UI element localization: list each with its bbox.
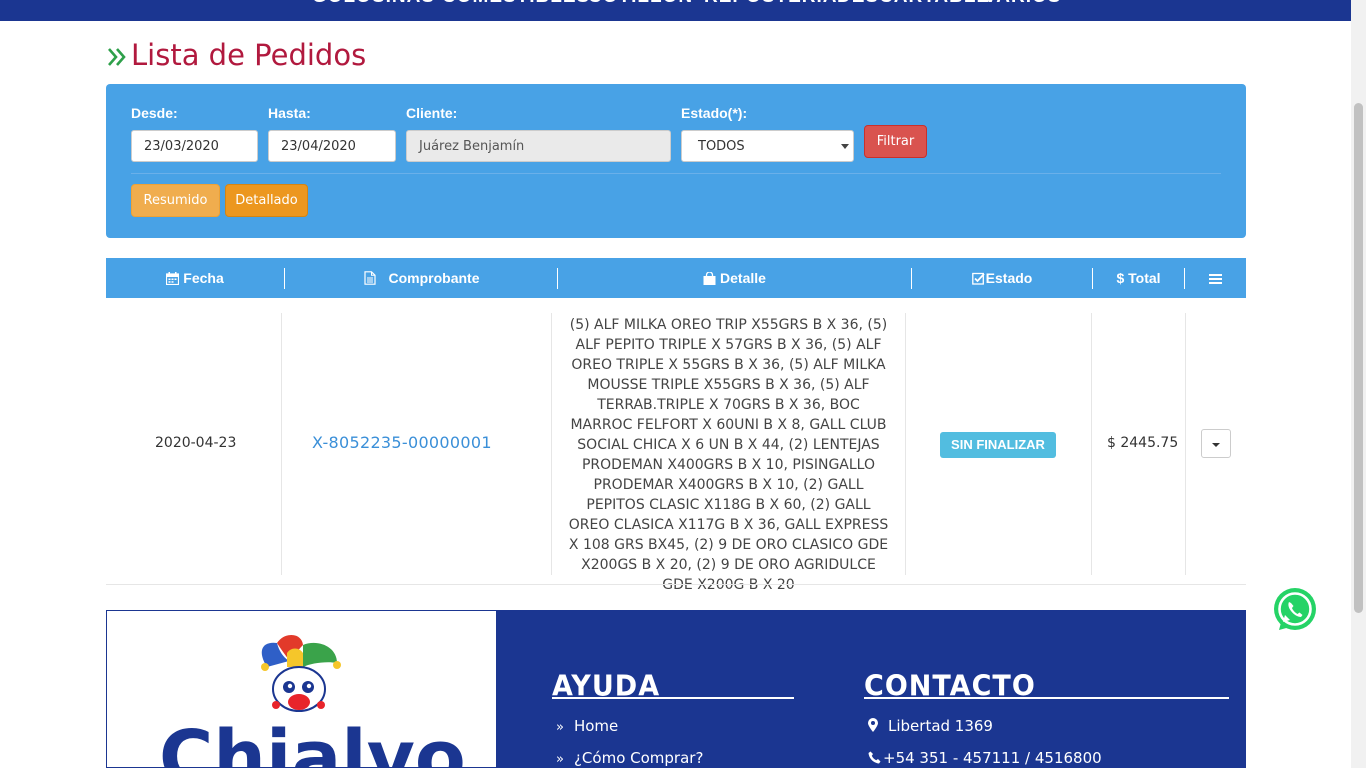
col-fecha[interactable]: Fecha	[106, 258, 284, 298]
footer-link-como-comprar[interactable]: » ¿Cómo Comprar?	[556, 749, 703, 767]
file-icon	[363, 271, 376, 285]
page-scrollbar[interactable]	[1351, 0, 1366, 768]
filter-divider	[131, 173, 1221, 174]
contacto-underline	[864, 697, 1229, 699]
double-chevron-icon: »	[556, 720, 564, 735]
cliente-input: Juárez Benjamín	[406, 130, 671, 162]
col-estado[interactable]: Estado	[912, 258, 1092, 298]
estado-select[interactable]: TODOS	[681, 130, 854, 162]
page-title-text: Lista de Pedidos	[131, 38, 367, 72]
top-nav: GOLOSINAS COMESTIBLES COTILLÓN REPOSTERÍ…	[0, 0, 1351, 21]
logo-text: Chialvo	[159, 715, 466, 768]
col-fecha-label: Fecha	[183, 270, 224, 286]
menu-icon	[1209, 274, 1222, 284]
cell-fecha: 2020-04-23	[155, 435, 237, 451]
nav-item-golosinas[interactable]: GOLOSINAS	[312, 0, 435, 8]
col-total-label: $ Total	[1116, 270, 1161, 286]
row-actions-dropdown[interactable]	[1201, 429, 1231, 458]
cell-divider	[1091, 313, 1092, 575]
nav-item-varios[interactable]: VARIOS	[984, 0, 1061, 8]
calendar-icon	[166, 272, 180, 286]
nav-item-comestibles[interactable]: COMESTIBLES	[442, 0, 590, 8]
filtrar-button[interactable]: Filtrar	[864, 125, 927, 158]
resumido-button[interactable]: Resumido	[131, 184, 220, 217]
col-total[interactable]: $ Total	[1093, 258, 1184, 298]
col-detalle-label: Detalle	[720, 270, 766, 286]
check-square-icon	[971, 272, 985, 285]
ayuda-underline	[552, 697, 794, 699]
nav-item-cotillon[interactable]: COTILLÓN	[588, 0, 693, 8]
hasta-label: Hasta:	[268, 105, 311, 121]
desde-input[interactable]: 23/03/2020	[131, 130, 258, 162]
footer-phone[interactable]: +54 351 - 457111 / 4516800	[868, 749, 1102, 767]
comprobante-link[interactable]: X-8052235-00000001	[312, 433, 492, 452]
footer-link-home-label: Home	[573, 717, 619, 735]
footer-phone-text: +54 351 - 457111 / 4516800	[883, 749, 1102, 767]
status-badge: SIN FINALIZAR	[940, 432, 1056, 458]
caret-down-icon	[1212, 443, 1220, 447]
estado-label: Estado(*):	[681, 105, 748, 121]
col-detalle[interactable]: Detalle	[558, 258, 911, 298]
col-estado-label: Estado	[985, 270, 1033, 286]
row-divider	[106, 584, 1246, 585]
whatsapp-icon[interactable]	[1271, 586, 1319, 634]
cell-detalle: (5) ALF MILKA OREO TRIP X55GRS B X 36, (…	[568, 317, 889, 593]
nav-item-descartable[interactable]: DESCARTABLE	[837, 0, 990, 8]
map-marker-icon	[868, 718, 878, 732]
col-comprobante[interactable]: Comprobante	[285, 258, 557, 298]
logo-area: Chialvo	[107, 611, 496, 768]
cell-divider	[905, 313, 906, 575]
double-chevron-icon: »	[556, 752, 564, 767]
hasta-input[interactable]: 23/04/2020	[268, 130, 396, 162]
chialvo-logo[interactable]: Chialvo	[107, 611, 496, 768]
filter-panel: Desde: 23/03/2020 Hasta: 23/04/2020 Clie…	[106, 84, 1246, 238]
scrollbar-thumb[interactable]	[1354, 103, 1363, 613]
footer-address: Libertad 1369	[868, 717, 993, 735]
col-comprobante-label: Comprobante	[388, 270, 480, 286]
phone-icon	[868, 751, 881, 764]
cell-divider	[1185, 313, 1186, 575]
footer-link-home[interactable]: » Home	[556, 717, 618, 735]
nav-item-reposteria[interactable]: REPOSTERÍA	[704, 0, 838, 8]
estado-select-value: TODOS	[698, 139, 745, 154]
detallado-button[interactable]: Detallado	[225, 184, 308, 217]
cell-divider	[281, 313, 282, 575]
double-chevron-icon	[108, 48, 126, 66]
cell-divider	[551, 313, 552, 575]
col-actions[interactable]	[1185, 258, 1246, 298]
footer-link-como-comprar-label: ¿Cómo Comprar?	[573, 749, 704, 767]
footer: Chialvo AYUDA » Home » ¿Cómo Comprar? CONT…	[106, 610, 1246, 768]
bag-icon	[703, 271, 716, 285]
footer-address-text: Libertad 1369	[888, 717, 993, 735]
table-row: 2020-04-23 X-8052235-00000001 (5) ALF MI…	[106, 313, 1246, 593]
cell-total: $ 2445.75	[1107, 435, 1179, 451]
desde-label: Desde:	[131, 105, 178, 121]
table-header: Fecha Comprobante Detalle Estado $ Total	[106, 258, 1246, 298]
chevron-down-icon	[841, 144, 849, 149]
cliente-label: Cliente:	[406, 105, 458, 121]
